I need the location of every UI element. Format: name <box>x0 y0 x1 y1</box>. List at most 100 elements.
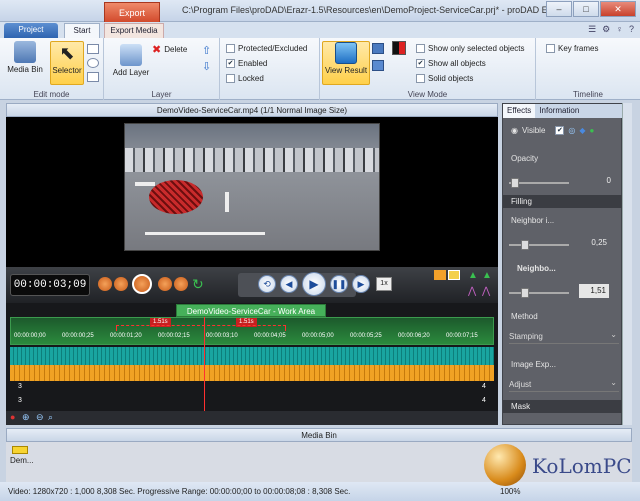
watermark-text: KoLomPC <box>532 454 632 478</box>
tab-effects[interactable]: Effects <box>503 104 536 118</box>
video-viewer[interactable] <box>6 117 498 267</box>
maximize-button[interactable]: □ <box>573 1 599 17</box>
slider-knob[interactable] <box>521 288 529 298</box>
opacity-value[interactable]: 0 <box>591 176 611 185</box>
add-layer-button[interactable]: Add Layer <box>108 44 154 77</box>
erase-mask-object[interactable] <box>149 180 203 214</box>
playhead[interactable] <box>204 317 205 411</box>
close-button[interactable]: ✕ <box>600 1 636 17</box>
mask-section[interactable]: Mask <box>503 400 623 413</box>
video-track[interactable] <box>10 347 494 365</box>
work-area-label[interactable]: DemoVideo-ServiceCar - Work Area <box>176 304 326 317</box>
prev-frame-button[interactable] <box>114 277 128 291</box>
minimize-button[interactable]: – <box>546 1 572 17</box>
adjust-dropdown[interactable]: Adjust <box>509 376 619 392</box>
neighbor2-slider[interactable] <box>509 288 569 298</box>
polygon-tool-icon[interactable] <box>87 72 99 82</box>
effects-scrollbar[interactable] <box>622 103 632 425</box>
settings-icon[interactable]: ☰ <box>588 24 596 35</box>
zoom-icon[interactable]: ⊕ <box>22 412 30 423</box>
slider-knob[interactable] <box>511 178 519 188</box>
record-icon[interactable]: ● <box>10 412 15 422</box>
gear-icon[interactable]: ⚙ <box>602 24 610 35</box>
view-result-button[interactable]: View Result <box>322 41 370 85</box>
time-ruler[interactable]: 00:00:00;00 00:00:00;25 00:00:01;20 00:0… <box>10 333 494 345</box>
view-split-icon[interactable] <box>372 60 384 71</box>
zoom-out-icon[interactable]: ▲ <box>482 270 492 281</box>
edit-mode-label: Edit mode <box>33 90 70 99</box>
export-context-tab[interactable]: Export <box>104 2 160 22</box>
play-button[interactable]: ▶ <box>302 272 326 296</box>
record-button[interactable] <box>132 274 152 294</box>
locked-checkbox[interactable]: Locked <box>226 74 264 83</box>
tab-export-media[interactable]: Export Media <box>104 23 164 38</box>
marker-icon[interactable]: ⋀ <box>482 286 490 297</box>
in-point-icon[interactable] <box>434 270 446 280</box>
mask-color-icon[interactable] <box>392 41 406 55</box>
opacity-slider[interactable] <box>509 178 569 188</box>
tab-start[interactable]: Start <box>64 23 100 38</box>
layer-down-icon[interactable]: ⇩ <box>202 60 211 73</box>
slider-knob[interactable] <box>521 240 529 250</box>
solid-objects-box[interactable] <box>416 74 425 83</box>
method-dropdown[interactable]: Stamping <box>509 328 619 344</box>
media-bin-button[interactable]: Media Bin <box>4 41 46 74</box>
video-frame[interactable] <box>124 123 380 251</box>
protected-checkbox[interactable]: Protected/Excluded <box>226 44 307 53</box>
zoom-in-icon[interactable]: ▲ <box>468 270 478 281</box>
key-frames-checkbox[interactable]: Key frames <box>546 44 598 53</box>
track-number: 4 <box>482 397 486 404</box>
selector-label: Selector <box>52 66 82 75</box>
show-selected-box[interactable] <box>416 44 425 53</box>
delete-button[interactable]: ✖ Delete <box>152 43 187 56</box>
solid-objects-checkbox[interactable]: Solid objects <box>416 74 473 83</box>
loop-icon[interactable]: ↻ <box>192 276 204 293</box>
speed-button[interactable]: 1x <box>376 277 392 291</box>
locked-box[interactable] <box>226 74 235 83</box>
watermark-logo: KoLomPC <box>480 440 632 492</box>
road-marking <box>135 182 155 186</box>
timeline-group: Key frames Timeline <box>536 38 640 100</box>
media-thumbnail[interactable] <box>12 446 28 454</box>
pause-button[interactable]: ❚❚ <box>330 275 348 293</box>
go-start-button[interactable] <box>98 277 112 291</box>
selector-button[interactable]: ⬉ Selector <box>50 41 84 85</box>
show-selected-checkbox[interactable]: Show only selected objects <box>416 44 525 53</box>
ellipse-tool-icon[interactable] <box>87 58 99 68</box>
enabled-checkbox[interactable]: ✔ Enabled <box>226 59 267 68</box>
enabled-box[interactable]: ✔ <box>226 59 235 68</box>
layer-options-group: Protected/Excluded ✔ Enabled Locked <box>220 38 320 100</box>
next-frame-button[interactable] <box>158 277 172 291</box>
neighbor2-value[interactable]: 1,51 <box>579 284 609 298</box>
filling-section[interactable]: Filling <box>503 195 623 208</box>
visible-checkbox[interactable]: ✔ <box>555 126 565 135</box>
show-all-checkbox[interactable]: ✔ Show all objects <box>416 59 486 68</box>
neighbor-slider[interactable] <box>509 240 569 250</box>
layer-up-icon[interactable]: ⇧ <box>202 44 211 57</box>
tip-icon[interactable]: ♀ <box>616 24 623 35</box>
view-original-icon[interactable] <box>372 43 384 54</box>
fast-forward-button[interactable]: ▶ <box>352 275 370 293</box>
rectangle-tool-icon[interactable] <box>87 44 99 54</box>
media-bin-icon <box>14 41 36 63</box>
pin-icon[interactable]: ◆ <box>579 126 585 135</box>
timeline[interactable]: DemoVideo-ServiceCar - Work Area 1.51s 1… <box>6 303 498 411</box>
help-icon[interactable]: ? <box>629 24 634 35</box>
out-point-icon[interactable] <box>448 270 460 280</box>
neighbor-value[interactable]: 0,25 <box>583 238 607 247</box>
media-item-label[interactable]: Dem... <box>10 456 34 465</box>
protected-box[interactable] <box>226 44 235 53</box>
lock-icon[interactable]: ⊖ <box>36 412 44 423</box>
mask-track[interactable] <box>10 365 494 381</box>
show-all-box[interactable]: ✔ <box>416 59 425 68</box>
rewind-button[interactable]: ◀ <box>280 275 298 293</box>
repeat-button[interactable]: ⟲ <box>258 275 276 293</box>
marker-icon[interactable]: ⋀ <box>468 286 476 297</box>
link-icon[interactable]: ◎ <box>568 126 575 135</box>
go-end-button[interactable] <box>174 277 188 291</box>
tab-information[interactable]: Information <box>535 104 583 118</box>
key-frames-box[interactable] <box>546 44 555 53</box>
eye-icon: ◉ <box>511 126 518 135</box>
tab-project[interactable]: Project <box>4 23 58 38</box>
search-icon[interactable]: ⌕ <box>48 412 53 423</box>
